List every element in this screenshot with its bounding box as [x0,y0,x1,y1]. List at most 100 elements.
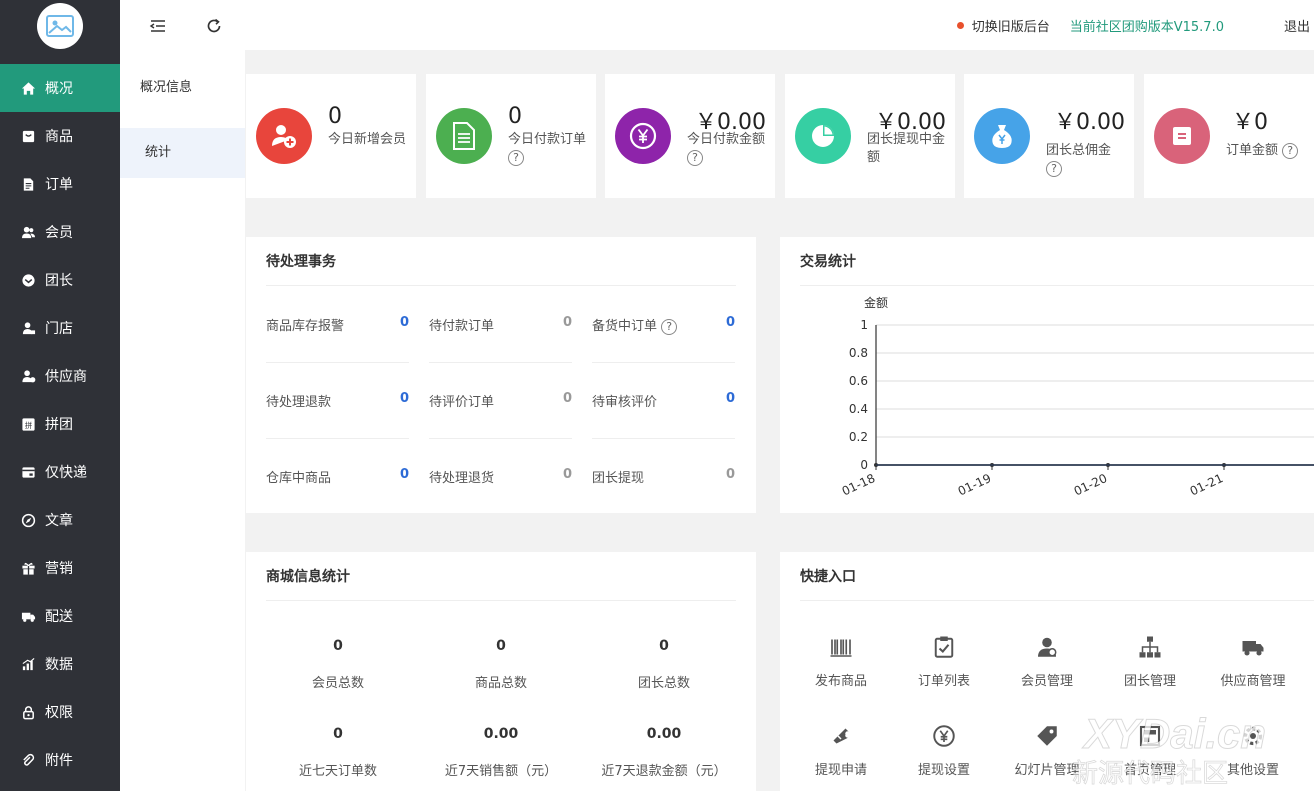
svg-text:拼: 拼 [24,419,32,429]
nav-icon-wrap [20,224,36,240]
truck-icon [1242,641,1264,656]
task-label: 待审核评价 [592,395,658,410]
mall-stat-item: 0.00 近7天销售额（元） [421,726,581,779]
yen-coin-icon [629,122,657,150]
quick-icon-wrap [791,630,891,664]
pending-task-item[interactable]: 待审核评价 0 [592,363,735,439]
sidebar-item-14[interactable]: 权限 [0,688,120,736]
task-label: 仓库中商品 [266,471,332,486]
sidebar-item-15[interactable]: 附件 [0,736,120,784]
mall-stat-value: 0 [659,638,669,654]
quick-icon-wrap [1203,719,1303,753]
nav-icon-wrap [20,80,36,96]
home-manage-icon [1139,725,1161,747]
image-icon [46,15,74,37]
quick-entry-label: 提现设置 [917,763,970,778]
quick-entry-label: 首页管理 [1123,763,1176,778]
mall-stat-value: 0 [496,638,506,654]
sidebar: 概况商品订单会员 团长门店供应商拼 拼团 仅快递 文章 营销 配送 数据 权限 附件 [0,0,120,791]
refresh-icon[interactable] [205,17,223,35]
quick-icon-wrap [1203,630,1303,664]
home-icon [21,81,35,95]
mall-stat-value: 0.00 [646,726,682,742]
sidebar-item-label: 商品 [45,129,73,145]
sidebar-item-9[interactable]: 仅快递 [0,448,120,496]
pie-chart-icon [812,125,834,147]
quick-entry-item[interactable]: 提现设置 [894,719,994,778]
nav-icon-wrap [20,656,36,672]
task-count: 0 [399,315,409,330]
logout-link[interactable]: 退出 [1284,16,1310,35]
sidebar-item-1[interactable]: 概况 [0,64,120,112]
quick-entry-label: 提现申请 [814,763,867,778]
stat-label: 今日新增会员 [328,132,407,147]
quick-entry-item[interactable]: 订单列表 [894,630,994,689]
stat-card: ￥0.00 团长提现中金额 [785,74,955,198]
nav-icon-wrap [20,176,36,192]
quick-icon-wrap [894,719,994,753]
help-icon[interactable]: ? [1046,160,1062,177]
pending-task-item[interactable]: 待评价订单 0 [429,363,572,439]
quick-entry-panel: 快捷入口 发布商品 订单列表 会员管理 团长管理 供应商管理 提现申请 提现设置 幻灯片管理 首… [780,552,1314,791]
sidebar-item-2[interactable]: 商品 [0,112,120,160]
divider [266,285,736,286]
logo[interactable] [37,3,83,49]
clipboard-check-icon [934,636,954,658]
nav-icon-wrap [20,608,36,624]
sidebar-item-8[interactable]: 拼 拼团 [0,400,120,448]
stat-value: ￥0.00 [1054,110,1125,135]
sidebar-item-10[interactable]: 文章 [0,496,120,544]
pending-task-item[interactable]: 团长提现 0 [592,439,735,515]
stat-value: 0 [508,104,522,129]
y-tick-label: 0.2 [849,430,868,444]
quick-entry-item[interactable]: 幻灯片管理 [997,719,1097,778]
help-icon[interactable]: ? [687,149,703,166]
sidebar-item-5[interactable]: 团长 [0,256,120,304]
document-icon [453,122,475,150]
subnav-item-overview-info[interactable]: 概况信息 [120,63,245,113]
sidebar-item-4[interactable]: 会员 [0,208,120,256]
pending-task-item[interactable]: 备货中订单 ? 0 [592,287,735,363]
sidebar-item-13[interactable]: 数据 [0,640,120,688]
stat-icon-circle [436,108,492,164]
nav-icon-wrap [20,704,36,720]
quick-entry-item[interactable]: 提现申请 [791,719,891,778]
pending-task-item[interactable]: 商品库存报警 0 [266,287,409,363]
quick-entry-item[interactable]: 会员管理 [997,630,1097,689]
pending-task-item[interactable]: 待处理退款 0 [266,363,409,439]
nav-icon-wrap [20,464,36,480]
stat-icon-circle [974,108,1030,164]
switch-old-admin-link[interactable]: 切换旧版后台 [972,16,1050,35]
quick-entry-item[interactable]: 发布商品 [791,630,891,689]
quick-icon-wrap [1100,719,1200,753]
stat-label: 订单金额 [1226,143,1279,158]
trade-statistics-panel: 交易统计 金额 0 0.2 0.4 0.6 0.8 1 01-18 01-19 01-20 01-2… [780,237,1314,513]
pending-task-item[interactable]: 待处理退货 0 [429,439,572,515]
subnav-item-statistics[interactable]: 统计 [120,128,245,178]
stat-icon-circle [615,108,671,164]
nav-icon-wrap [20,512,36,528]
quick-entry-item[interactable]: 其他设置 [1203,719,1303,778]
sidebar-item-3[interactable]: 订单 [0,160,120,208]
quick-entry-item[interactable]: 首页管理 [1100,719,1200,778]
task-label: 待评价订单 [429,395,495,410]
task-label: 待付款订单 [429,319,495,334]
pending-task-item[interactable]: 待付款订单 0 [429,287,572,363]
sidebar-item-12[interactable]: 配送 [0,592,120,640]
help-icon[interactable]: ? [661,318,678,335]
y-tick-label: 1 [860,318,868,332]
quick-entry-label: 团长管理 [1123,674,1176,689]
quick-entry-item[interactable]: 团长管理 [1100,630,1200,689]
help-icon[interactable]: ? [508,149,524,166]
y-tick-label: 0.8 [849,346,868,360]
sidebar-item-6[interactable]: 门店 [0,304,120,352]
sidebar-item-label: 门店 [45,321,73,337]
sidebar-item-11[interactable]: 营销 [0,544,120,592]
menu-collapse-icon[interactable] [149,17,167,35]
quick-entry-item[interactable]: 供应商管理 [1203,630,1303,689]
help-icon[interactable]: ? [1282,142,1299,159]
lock-icon [22,705,34,719]
sidebar-item-7[interactable]: 供应商 [0,352,120,400]
sidebar-item-label: 订单 [45,177,73,193]
pending-task-item[interactable]: 仓库中商品 0 [266,439,409,515]
